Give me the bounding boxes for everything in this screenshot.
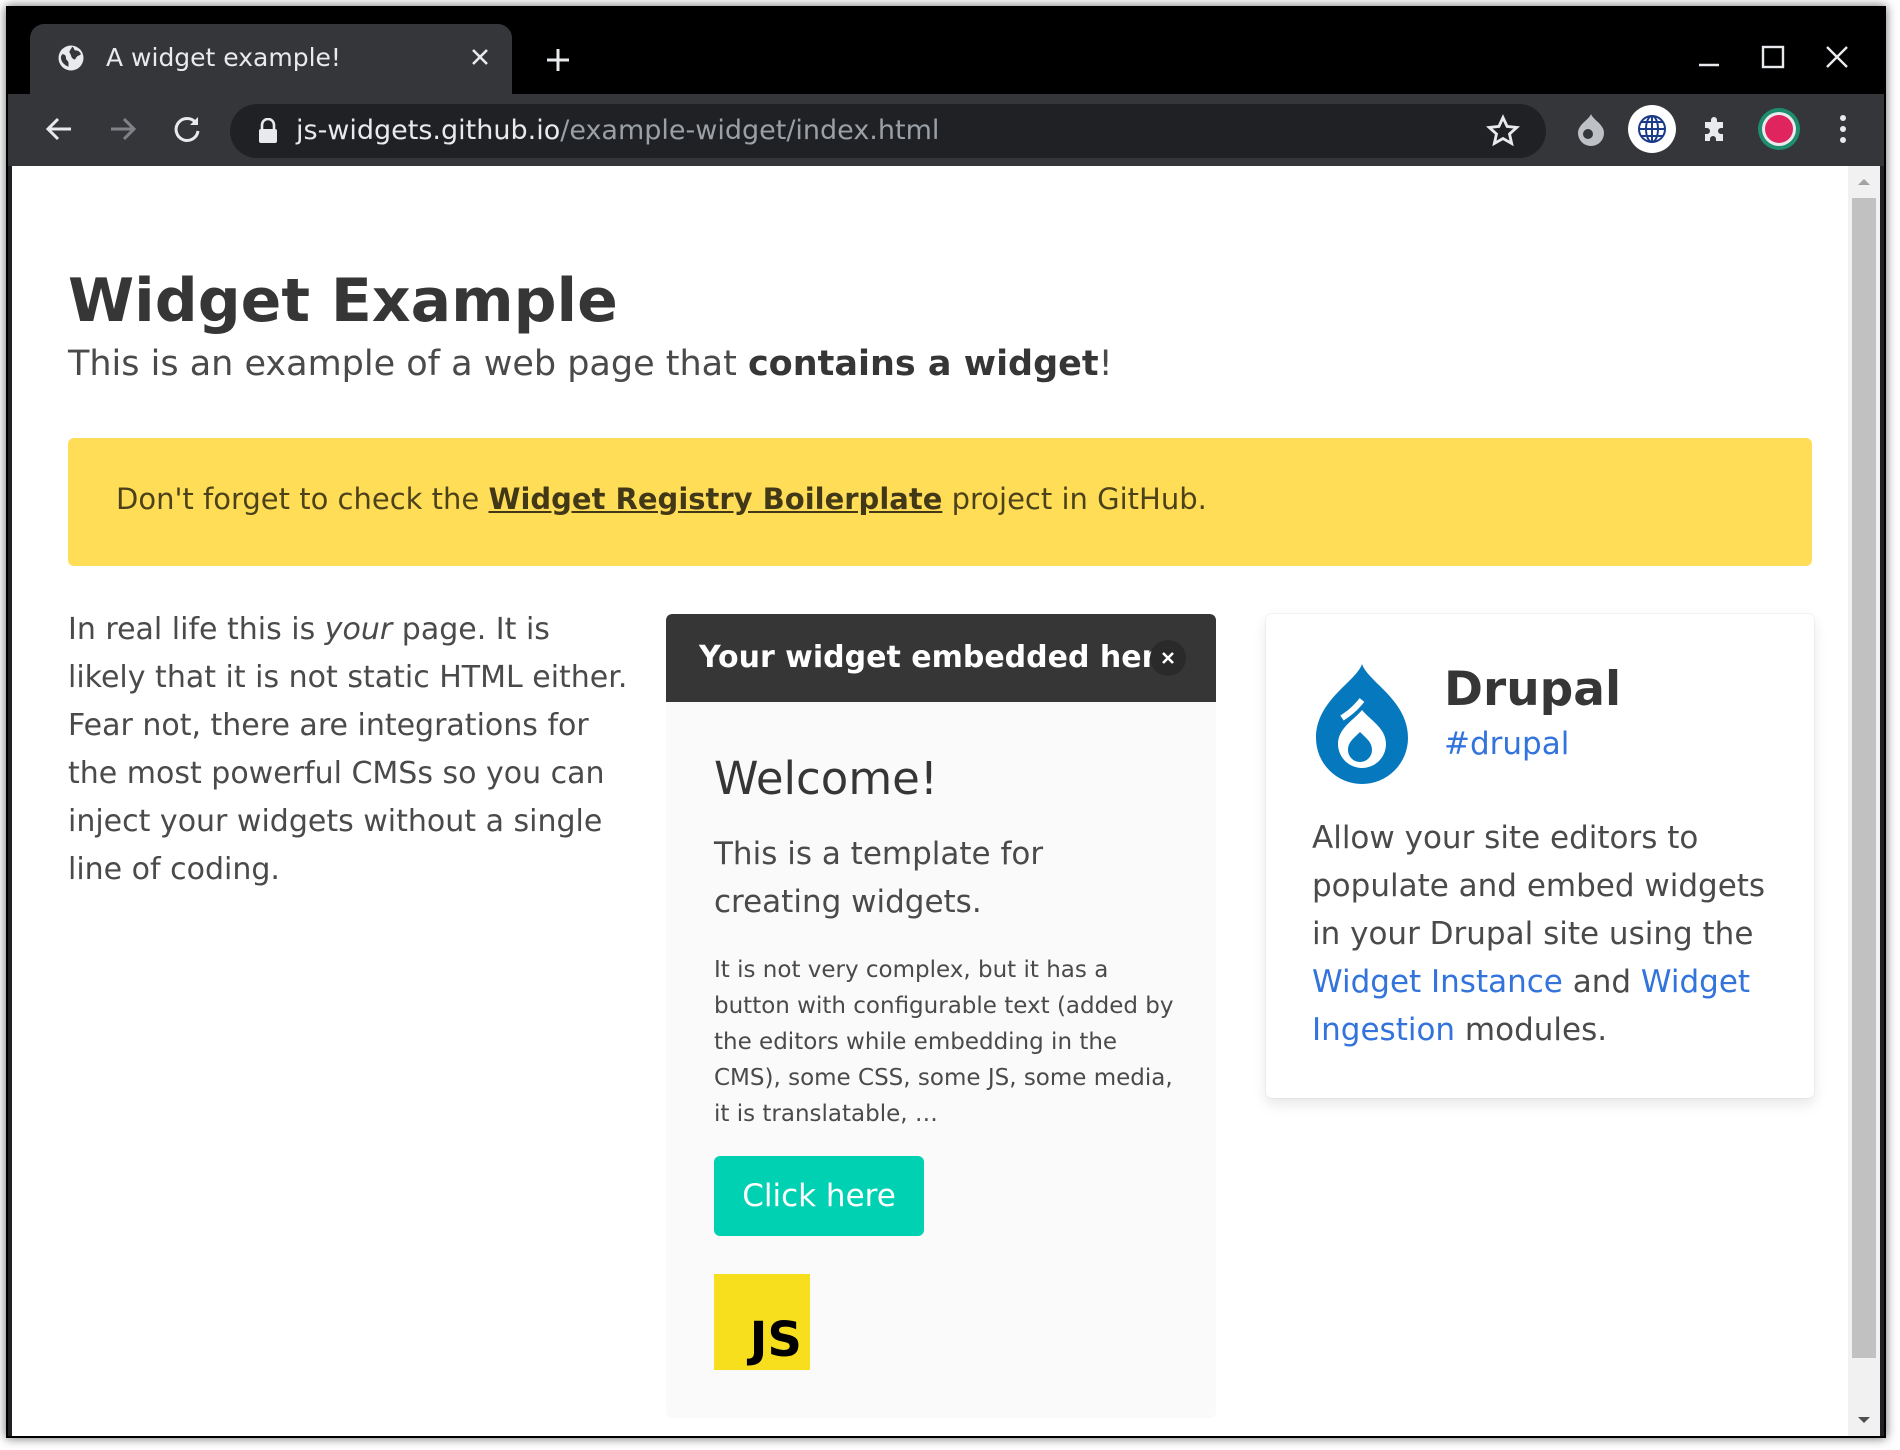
widget-header-title: Your widget embedded here: [699, 640, 1177, 675]
scroll-down-icon[interactable]: [1854, 1410, 1874, 1430]
browser-window: A widget example! js-widgets.github.io/e…: [6, 6, 1886, 1438]
intro-paragraph: In real life this is your page. It is li…: [68, 606, 628, 894]
widget-description: It is not very complex, but it has a but…: [714, 957, 1174, 1127]
tab-title: A widget example!: [106, 43, 341, 72]
tab-strip: A widget example!: [8, 8, 1884, 94]
drupal-description: Allow your site editors to populate and …: [1312, 814, 1782, 1054]
page-viewport: Widget Example This is an example of a w…: [12, 166, 1880, 1436]
avatar-icon[interactable]: [1756, 106, 1802, 152]
plus-icon[interactable]: [538, 40, 578, 80]
maximize-icon[interactable]: [1750, 34, 1796, 80]
scrollbar-thumb[interactable]: [1852, 198, 1876, 1358]
widget-lead: This is a template for creating widgets.: [714, 836, 1044, 920]
notice-prefix: Don't forget to check the: [116, 482, 489, 516]
globe-icon: [58, 45, 84, 71]
drupal-card: Drupal #drupal Allow your site editors t…: [1266, 614, 1814, 1098]
widget-header: Your widget embedded here: [666, 614, 1216, 702]
desc-mid: and: [1562, 964, 1641, 1000]
close-icon[interactable]: [1150, 640, 1186, 676]
intro-suffix: page. It is likely that it is not static…: [68, 612, 628, 887]
click-here-button[interactable]: Click here: [714, 1156, 924, 1236]
puzzle-icon[interactable]: [1692, 106, 1738, 152]
page-subtitle: This is an example of a web page that co…: [68, 344, 1113, 384]
forward-icon[interactable]: [100, 106, 146, 152]
notice-suffix: project in GitHub.: [942, 482, 1207, 516]
widget-instance-link[interactable]: Widget Instance: [1312, 964, 1563, 1000]
subtitle-bold: contains a widget: [747, 344, 1099, 384]
desc-suffix: modules.: [1455, 1012, 1608, 1048]
browser-toolbar: js-widgets.github.io/example-widget/inde…: [8, 94, 1884, 166]
page-title: Widget Example: [68, 266, 618, 336]
intro-emphasis: your: [324, 612, 393, 647]
close-icon[interactable]: [464, 41, 496, 73]
desc-prefix: Allow your site editors to populate and …: [1312, 820, 1766, 952]
minimize-icon[interactable]: [1686, 34, 1732, 80]
subtitle-prefix: This is an example of a web page that: [68, 344, 748, 384]
intro-prefix: In real life this is: [68, 612, 325, 647]
scroll-up-icon[interactable]: [1854, 172, 1874, 192]
web-page: Widget Example This is an example of a w…: [12, 166, 1848, 1436]
subtitle-suffix: !: [1098, 344, 1113, 384]
notice-banner: Don't forget to check the Widget Registr…: [68, 438, 1812, 566]
back-icon[interactable]: [36, 106, 82, 152]
drupal-name: Drupal: [1444, 662, 1622, 717]
reload-icon[interactable]: [164, 106, 210, 152]
boilerplate-link[interactable]: Widget Registry Boilerplate: [488, 482, 942, 516]
js-logo-text: JS: [749, 1312, 802, 1368]
address-bar[interactable]: js-widgets.github.io/example-widget/inde…: [230, 104, 1546, 158]
drupal-tag[interactable]: #drupal: [1444, 726, 1569, 762]
vertical-scrollbar[interactable]: [1848, 166, 1880, 1436]
globe-extension-icon[interactable]: [1628, 105, 1676, 153]
notice-text: Don't forget to check the Widget Registr…: [116, 482, 1207, 516]
javascript-logo-icon: JS: [714, 1274, 810, 1370]
url-text[interactable]: js-widgets.github.io/example-widget/inde…: [296, 115, 939, 146]
embedded-widget: Your widget embedded here Welcome! This …: [666, 614, 1216, 1418]
drupal-logo-icon: [1316, 664, 1408, 784]
lock-icon[interactable]: [256, 118, 280, 144]
url-host: js-widgets.github.io: [296, 115, 561, 146]
close-window-icon[interactable]: [1814, 34, 1860, 80]
url-path: /example-widget/index.html: [560, 115, 940, 146]
browser-tab[interactable]: A widget example!: [30, 24, 512, 94]
drupal-extension-icon[interactable]: [1568, 106, 1614, 152]
kebab-menu-icon[interactable]: [1820, 106, 1866, 152]
star-icon[interactable]: [1486, 114, 1520, 148]
widget-welcome: Welcome!: [714, 752, 938, 805]
